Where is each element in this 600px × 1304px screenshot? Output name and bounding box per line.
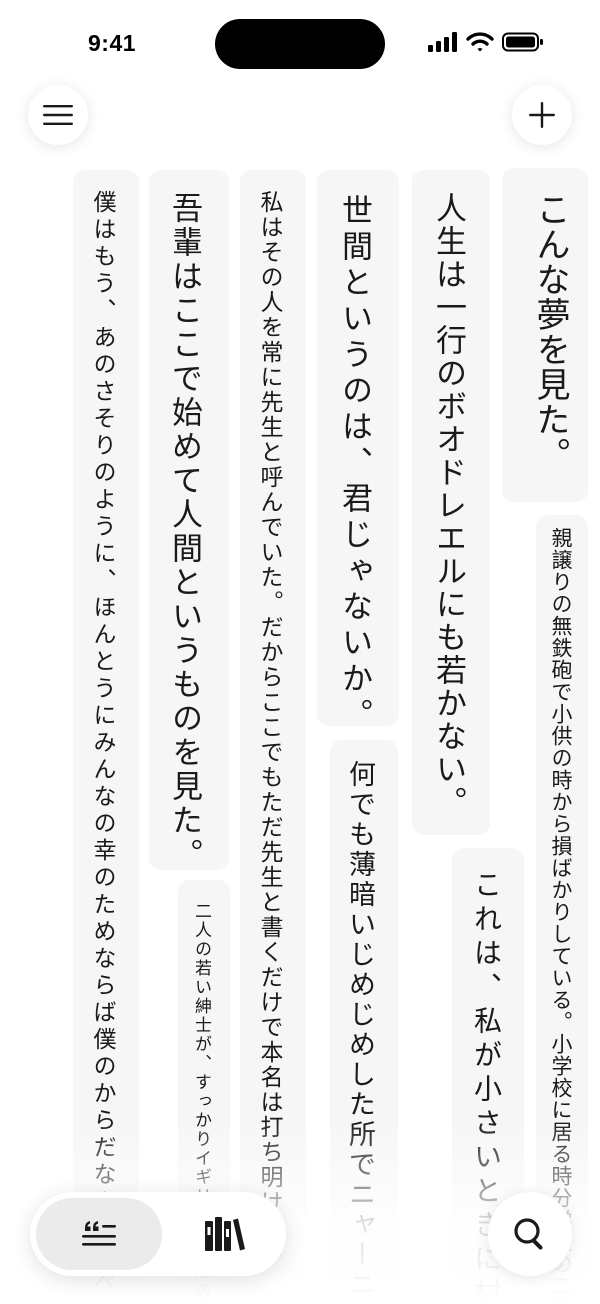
quote-card[interactable]: 私はその人を常に先生と呼んでいた。だからここでもただ先生と書くだけで本名は打ち明… [240, 170, 306, 1304]
quote-card[interactable]: 人生は一行のボオドレエルにも若かない。 [412, 170, 490, 835]
quote-text: 親譲りの無鉄砲で小供の時から損ばかりしている。小学校に居る時分学校の二階から [549, 527, 573, 1304]
status-icons [428, 32, 544, 52]
books-icon [205, 1217, 245, 1251]
tab-quotes[interactable] [36, 1198, 162, 1270]
quote-card[interactable]: 何でも薄暗いじめじめした所でニャーニャー [330, 740, 398, 1304]
quote-list-icon [82, 1221, 116, 1246]
dynamic-island [215, 19, 385, 69]
tab-bar [30, 1192, 286, 1276]
search-icon [514, 1218, 543, 1250]
status-bar: 9:41 [0, 0, 600, 90]
hamburger-icon [43, 105, 73, 125]
add-button[interactable] [512, 85, 572, 145]
tab-library[interactable] [162, 1198, 288, 1270]
plus-icon [529, 102, 555, 128]
cellular-signal-icon [428, 32, 457, 52]
quote-card[interactable]: 吾輩はここで始めて人間というものを見た。 [149, 170, 229, 870]
quote-text: 僕はもう、あのさそりのように、ほんとうにみんなの幸のためならば僕のからだなんか百… [89, 190, 115, 1304]
quote-text: こんな夢を見た。 [530, 192, 570, 472]
quote-card[interactable]: 僕はもう、あのさそりのように、ほんとうにみんなの幸のためならば僕のからだなんか百… [73, 170, 139, 1304]
menu-button[interactable] [28, 85, 88, 145]
quote-card[interactable]: 親譲りの無鉄砲で小供の時から損ばかりしている。小学校に居る時分学校の二階から [536, 515, 588, 1304]
quote-text: 世間というのは、君じゃないか。 [336, 194, 372, 726]
quote-text: 何でも薄暗いじめじめした所でニャーニャー [344, 760, 375, 1304]
wifi-icon [466, 32, 494, 52]
quote-card[interactable]: 世間というのは、君じゃないか。 [317, 170, 399, 726]
quote-card[interactable]: こんな夢を見た。 [502, 168, 588, 502]
quote-text: 私はその人を常に先生と呼んでいた。だからここでもただ先生と書くだけで本名は打ち明… [256, 190, 282, 1265]
quote-text: 吾輩はここで始めて人間というものを見た。 [166, 192, 202, 870]
status-time: 9:41 [88, 30, 137, 56]
quote-text: 人生は一行のボオドレエルにも若かない。 [430, 192, 466, 819]
battery-icon [502, 32, 543, 52]
search-button[interactable] [488, 1192, 572, 1276]
